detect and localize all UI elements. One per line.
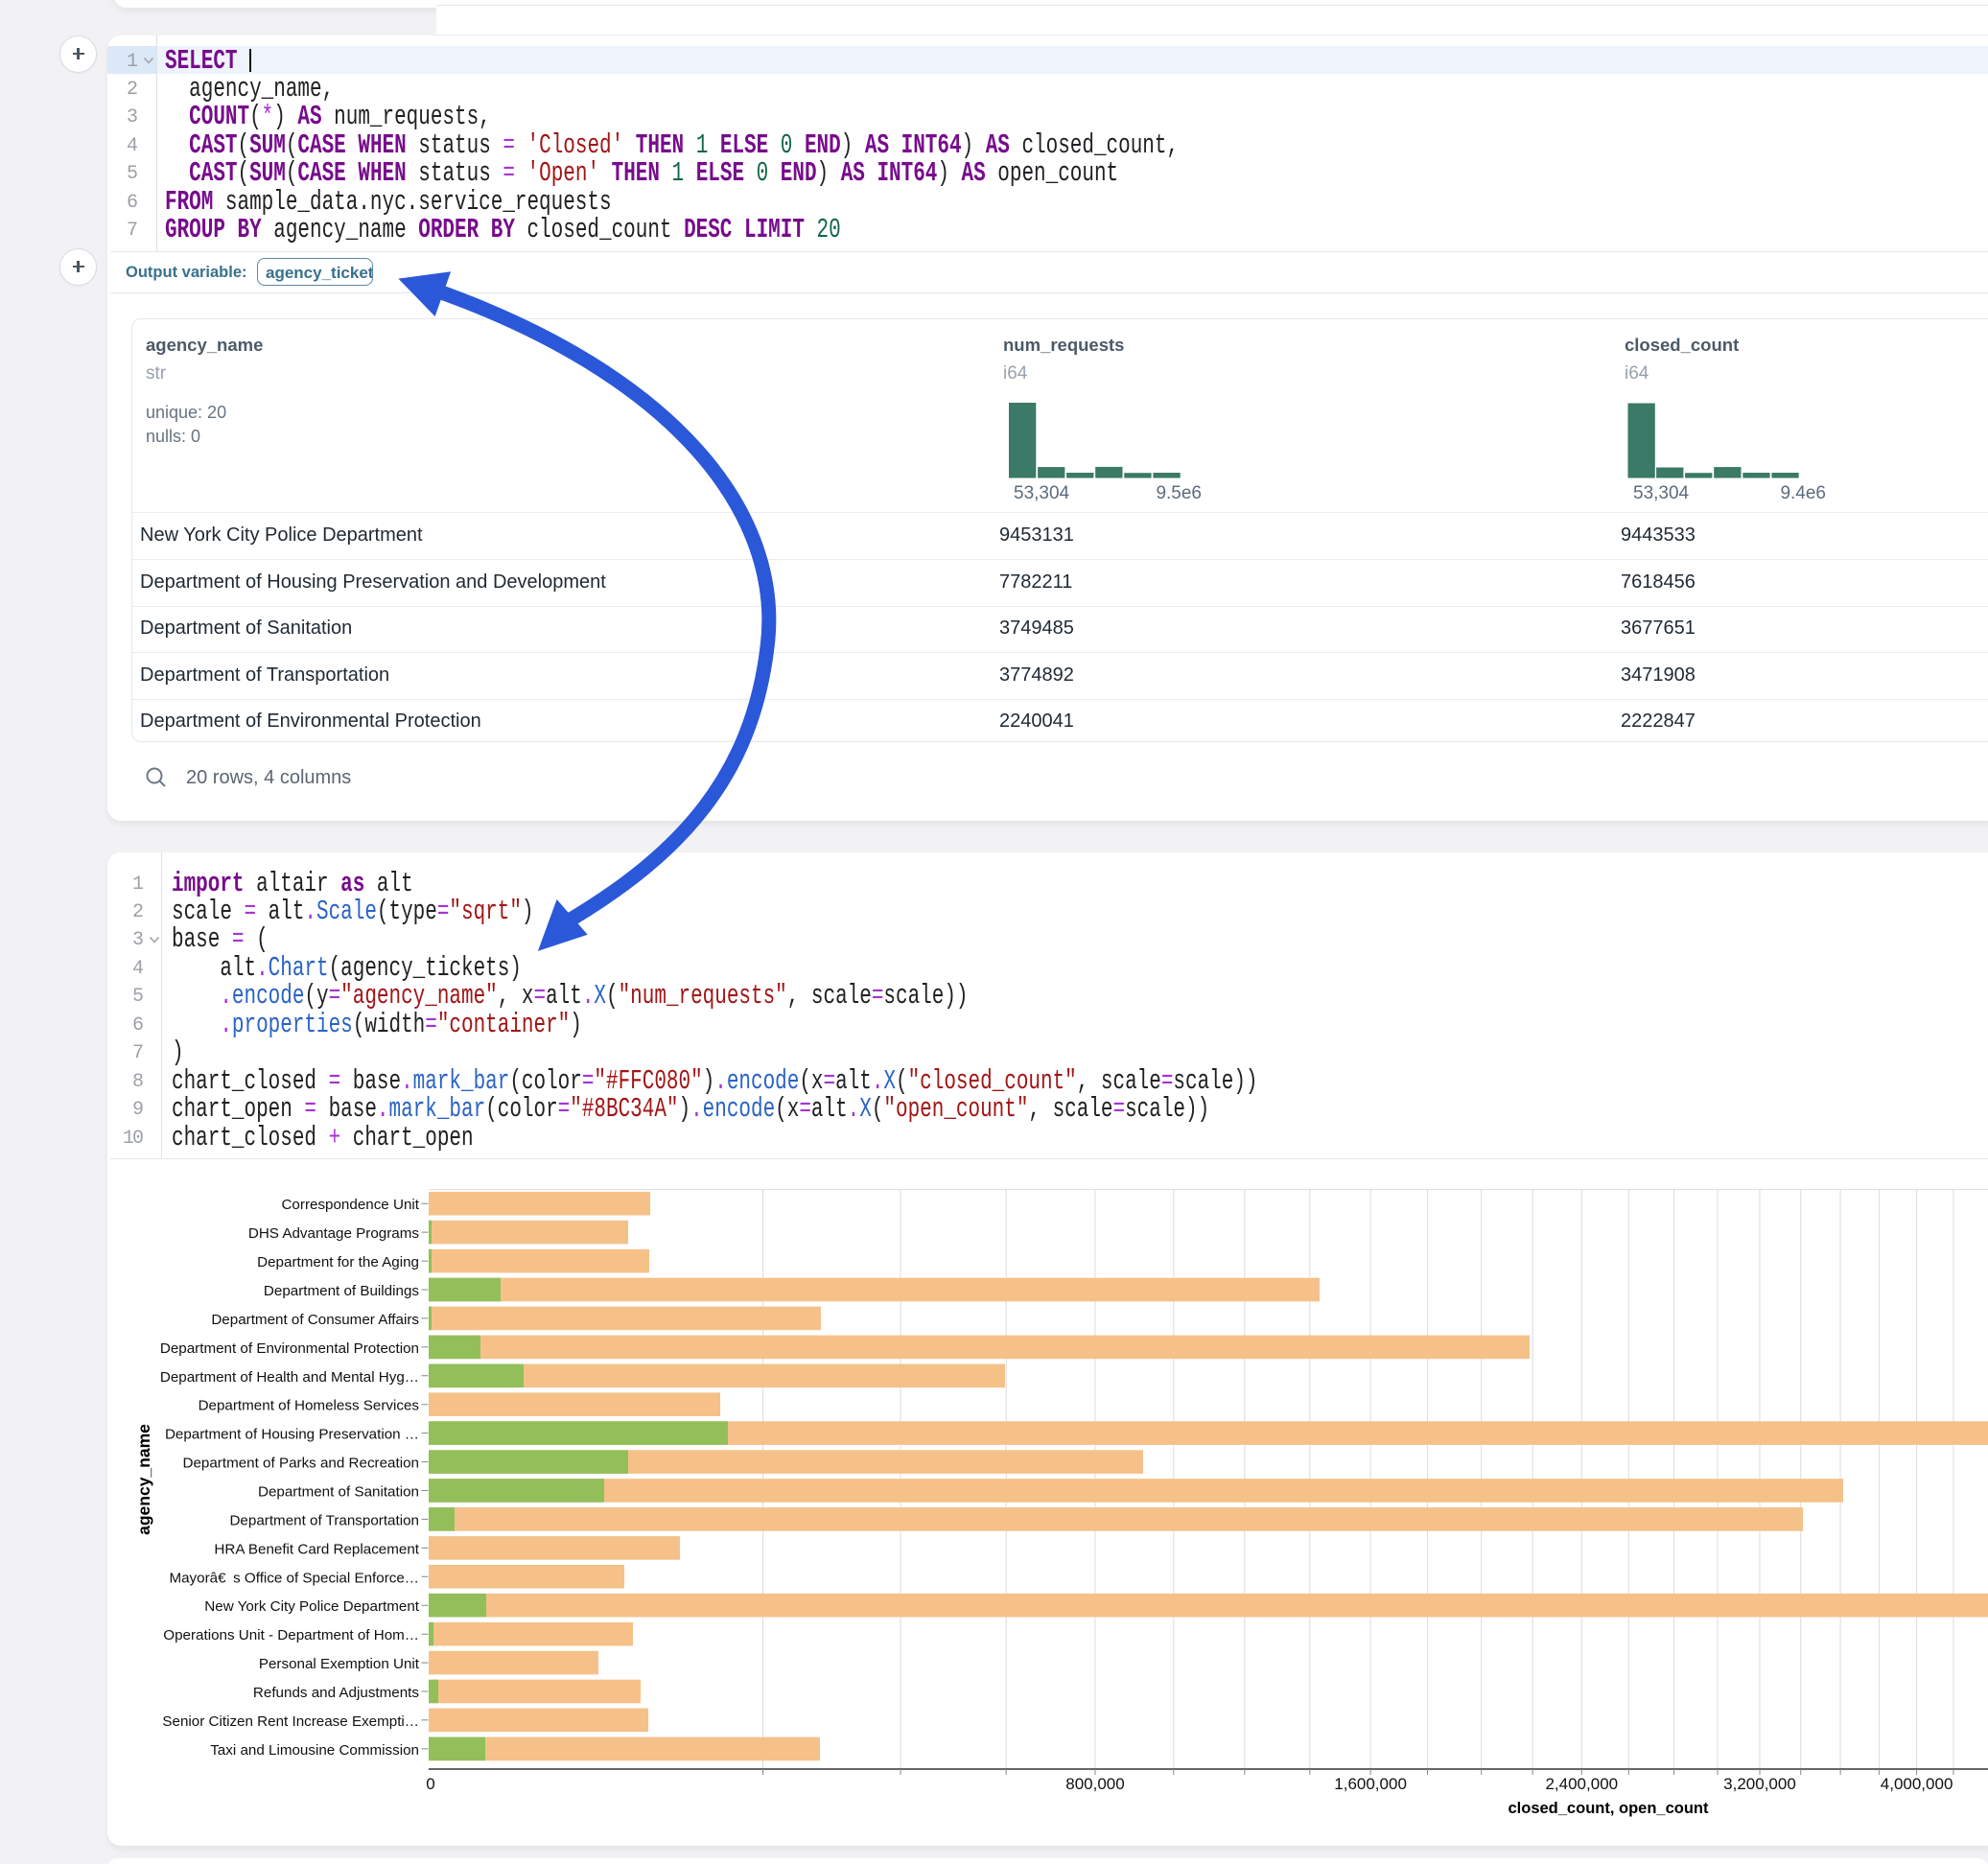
svg-text:Refunds and Adjustments: Refunds and Adjustments: [253, 1685, 419, 1701]
svg-text:Taxi and Limousine Commission: Taxi and Limousine Commission: [210, 1742, 419, 1759]
svg-text:Department of Homeless Service: Department of Homeless Services: [199, 1398, 420, 1414]
svg-text:Department of Transportation: Department of Transportation: [229, 1512, 419, 1528]
svg-text:Department of Environmental Pr: Department of Environmental Protection: [160, 1340, 419, 1357]
svg-text:1,600,000: 1,600,000: [1334, 1775, 1407, 1793]
svg-text:800,000: 800,000: [1065, 1775, 1124, 1793]
svg-text:Department of Sanitation: Department of Sanitation: [258, 1484, 419, 1501]
svg-text:4,000,000: 4,000,000: [1881, 1775, 1953, 1793]
svg-text:HRA Benefit Card Replacement: HRA Benefit Card Replacement: [214, 1541, 419, 1557]
svg-text:Department of Buildings: Department of Buildings: [264, 1283, 419, 1299]
svg-text:2,400,000: 2,400,000: [1545, 1775, 1618, 1793]
svg-text:Department of Parks and Recrea: Department of Parks and Recreation: [182, 1456, 419, 1472]
svg-text:Department of Consumer Affairs: Department of Consumer Affairs: [211, 1312, 419, 1328]
svg-text:Personal Exemption Unit: Personal Exemption Unit: [259, 1656, 420, 1672]
svg-text:Department for the Aging: Department for the Aging: [257, 1254, 419, 1270]
svg-text:Operations Unit - Department o: Operations Unit - Department of Hom…: [163, 1627, 419, 1643]
svg-text:Mayorâ€ s Office of Special En: Mayorâ€ s Office of Special Enforce…: [169, 1570, 419, 1586]
svg-text:0: 0: [426, 1775, 434, 1793]
svg-text:Department of Housing Preserva: Department of Housing Preservation …: [165, 1427, 419, 1443]
svg-text:agency_name: agency_name: [134, 1424, 153, 1535]
svg-text:closed_count, open_count: closed_count, open_count: [1508, 1800, 1709, 1817]
svg-text:3,200,000: 3,200,000: [1723, 1775, 1796, 1793]
svg-text:DHS Advantage Programs: DHS Advantage Programs: [248, 1225, 420, 1242]
svg-text:Correspondence Unit: Correspondence Unit: [281, 1197, 419, 1213]
svg-text:Senior Citizen Rent Increase E: Senior Citizen Rent Increase Exempti…: [162, 1713, 419, 1730]
svg-text:New York City Police Departmen: New York City Police Department: [204, 1598, 419, 1615]
svg-text:Department of Health and Menta: Department of Health and Mental Hyg…: [160, 1369, 419, 1386]
